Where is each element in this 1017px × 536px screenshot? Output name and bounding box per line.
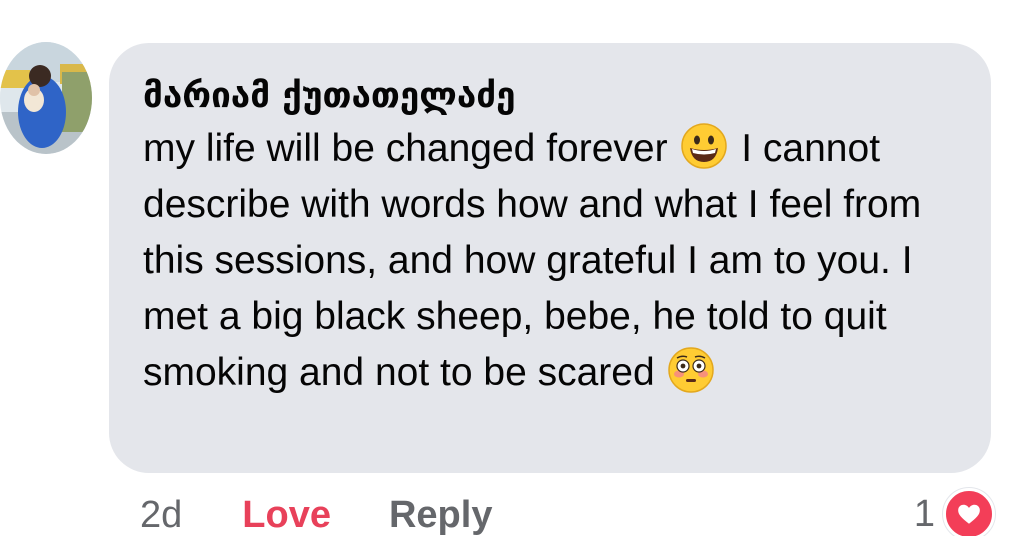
flushed-face-emoji — [667, 346, 715, 394]
comment-author[interactable]: მარიამ ქუთათელაძე — [143, 71, 961, 121]
comment-actions: 2d Love Reply — [140, 490, 492, 536]
reaction-count: 1 — [913, 492, 935, 535]
avatar-photo — [0, 42, 92, 154]
avatar[interactable] — [0, 42, 92, 154]
reply-button[interactable]: Reply — [389, 494, 492, 536]
comment-timestamp[interactable]: 2d — [140, 494, 182, 536]
comment: მარიამ ქუთათელაძე my life will be change… — [0, 0, 1017, 536]
love-button[interactable]: Love — [242, 494, 331, 536]
heart-icon — [943, 488, 995, 536]
comment-text: my life will be changed forever I cannot… — [143, 121, 963, 401]
comment-text-part-1: my life will be changed forever — [143, 127, 679, 170]
comment-bubble: მარიამ ქუთათელაძე my life will be change… — [109, 43, 991, 473]
reaction-summary[interactable]: 1 — [914, 488, 995, 536]
grinning-face-emoji — [680, 122, 728, 170]
